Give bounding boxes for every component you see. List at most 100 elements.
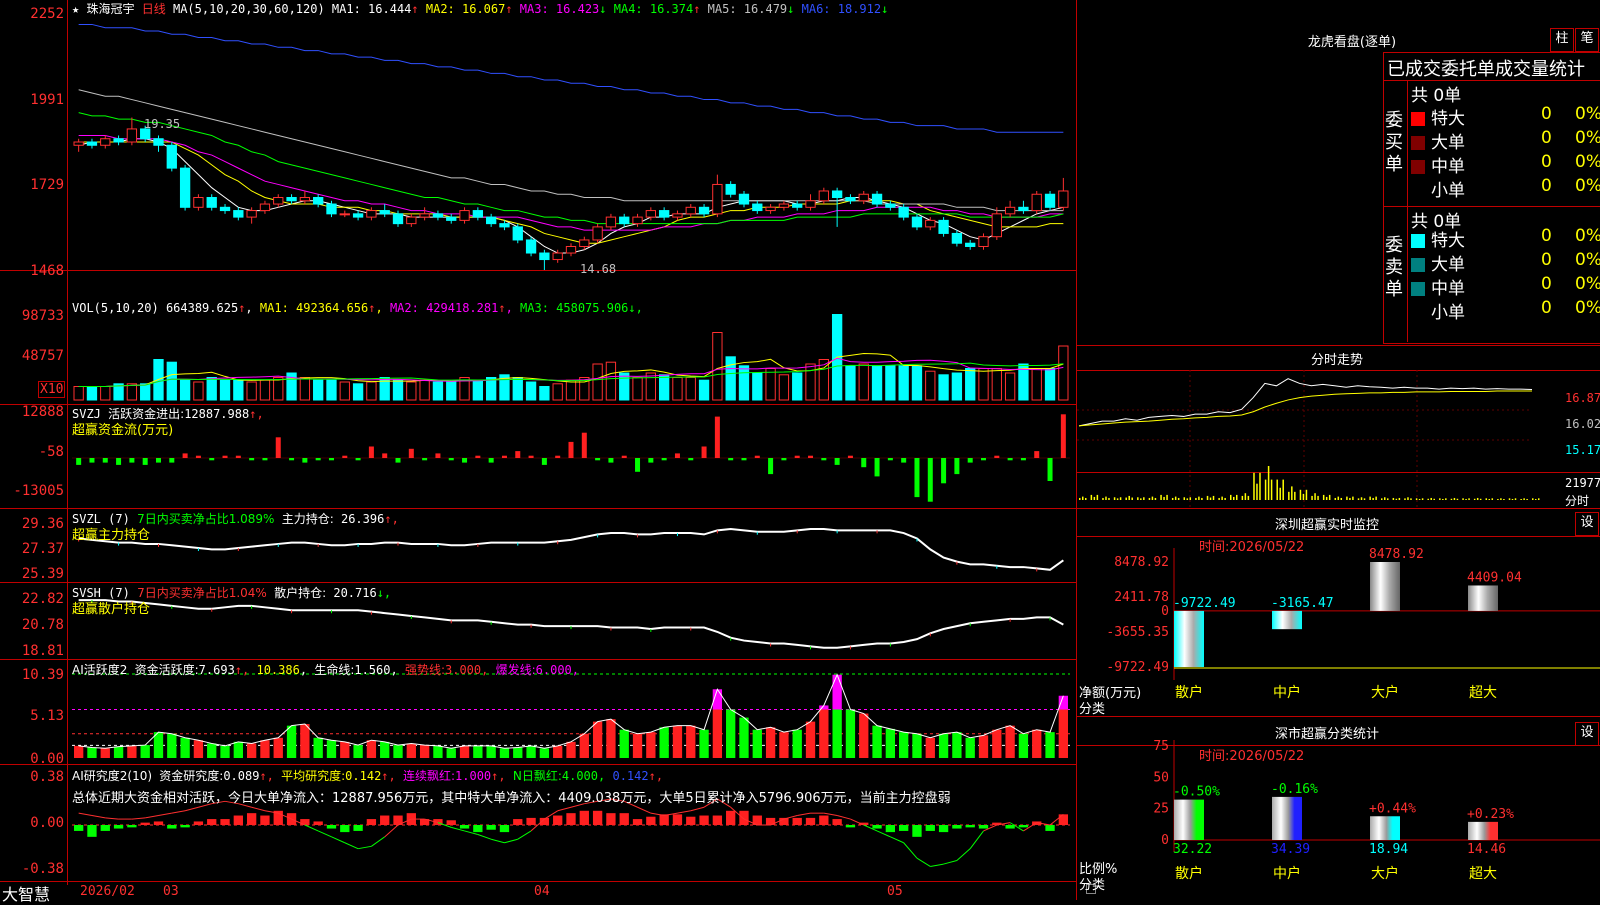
kline-area[interactable]: ★ 珠海冠宇 日线 MA(5,10,20,30,60,120) MA1: 16.… <box>0 0 1096 904</box>
research-bar <box>832 819 842 825</box>
candle <box>100 138 111 146</box>
candle <box>206 197 217 208</box>
candle <box>339 213 350 216</box>
intraday-vol-bar <box>1113 497 1116 500</box>
star-icon[interactable]: ★ <box>72 2 79 16</box>
vol-bar <box>446 381 457 401</box>
intraday-vol-bar <box>1334 497 1337 500</box>
intraday-vol-bar <box>1137 497 1139 500</box>
ma-line-ma5 <box>78 89 1064 212</box>
period-label[interactable]: 日线 <box>142 2 166 16</box>
value-label: -3165.47 <box>1271 596 1334 611</box>
vol-bar <box>632 377 643 401</box>
active-bar <box>353 745 363 758</box>
active-bar <box>592 721 603 758</box>
flow-bar <box>728 458 734 461</box>
candle <box>233 210 244 218</box>
vol-legend-item: MA3: 458075.906 <box>512 301 629 315</box>
vol-bar <box>299 377 311 401</box>
category-label: 散户 <box>1175 865 1203 882</box>
active-bar <box>872 725 882 758</box>
category-label: 散户 <box>1175 684 1203 701</box>
order-type: 大单 <box>1431 133 1465 153</box>
candle <box>831 190 843 199</box>
intraday-avg-line <box>1078 390 1532 427</box>
intraday-vol-bar <box>1253 472 1255 500</box>
buy-side-label: 委买单 <box>1385 110 1403 175</box>
candle <box>166 144 177 169</box>
class-bar <box>1272 796 1302 840</box>
candle <box>978 236 989 247</box>
ma-line-ma1 <box>78 138 1064 254</box>
candle <box>539 252 550 261</box>
candle <box>179 167 191 208</box>
research-bar <box>246 813 257 825</box>
flow-bar <box>355 458 361 461</box>
active-bar <box>712 709 723 758</box>
research-bar <box>1005 825 1015 829</box>
flow-bar <box>488 458 494 463</box>
candle <box>765 206 776 212</box>
research-bar <box>566 813 576 825</box>
intraday-chart[interactable] <box>1077 370 1600 510</box>
air-value: 1.000 <box>455 769 492 783</box>
intraday-vol-bar <box>1322 494 1325 500</box>
candle <box>512 226 523 241</box>
flow-bar <box>475 455 481 458</box>
research-bar <box>606 813 616 825</box>
flow-bar <box>328 458 334 461</box>
active-bar <box>579 733 589 758</box>
flow-bar <box>435 453 441 458</box>
flow-bar <box>994 455 1000 458</box>
flow-bar <box>834 458 840 465</box>
flow-bar <box>368 446 374 458</box>
active-bar <box>539 748 550 758</box>
active-bar <box>686 725 696 758</box>
research-bar <box>819 815 829 825</box>
flow-bar <box>209 458 215 461</box>
candle <box>392 213 404 225</box>
intraday-vol-bar <box>1535 498 1537 500</box>
order-type: 小单 <box>1431 181 1465 201</box>
intraday-vol-bar <box>1195 497 1197 500</box>
candle <box>219 206 231 212</box>
research-bar <box>1045 825 1055 831</box>
active-bar <box>273 737 283 758</box>
candle <box>352 213 364 218</box>
active-bar <box>73 745 84 758</box>
candle <box>605 216 617 228</box>
candle <box>565 245 577 254</box>
order-count: 0 <box>1541 250 1552 270</box>
candle <box>193 197 204 208</box>
active-bar <box>419 745 430 758</box>
column-view-button[interactable]: 柱 <box>1550 28 1574 52</box>
tick-view-button[interactable]: 笔 <box>1575 28 1599 52</box>
research-bar <box>952 825 962 829</box>
ma-legend: MA1: 16.444↑ MA2: 16.067↑ MA3: 16.423↓ M… <box>332 2 888 16</box>
research-line <box>184 806 199 812</box>
air-text: 平均研究度: <box>281 769 346 783</box>
stock-name: 珠海冠宇 <box>86 2 135 16</box>
research-bar <box>446 820 456 825</box>
brand-label: 大智慧 <box>2 885 51 904</box>
intraday-vol-bar <box>1392 497 1395 500</box>
ai-value: 6.000 <box>535 663 572 677</box>
vol-unit: X10 <box>38 381 66 398</box>
research-line <box>504 838 518 844</box>
order-type: 特大 <box>1431 109 1465 129</box>
change-label: +0.44% <box>1369 801 1416 816</box>
active-bar <box>726 709 736 758</box>
intraday-vol-bar <box>1450 498 1453 500</box>
separator: , <box>390 663 398 677</box>
intraday-vol-bar <box>1128 495 1130 500</box>
vol-bar <box>725 356 736 401</box>
svsh-line <box>78 599 1064 649</box>
vol-bar <box>206 377 217 401</box>
candle <box>472 210 484 218</box>
vol-bar <box>552 383 563 401</box>
flow-bar <box>741 458 747 461</box>
intraday-vol-bar <box>1337 496 1340 500</box>
class-bar <box>1370 816 1400 840</box>
research-bar <box>233 815 243 825</box>
arrow-icon: ↑, <box>259 769 274 783</box>
